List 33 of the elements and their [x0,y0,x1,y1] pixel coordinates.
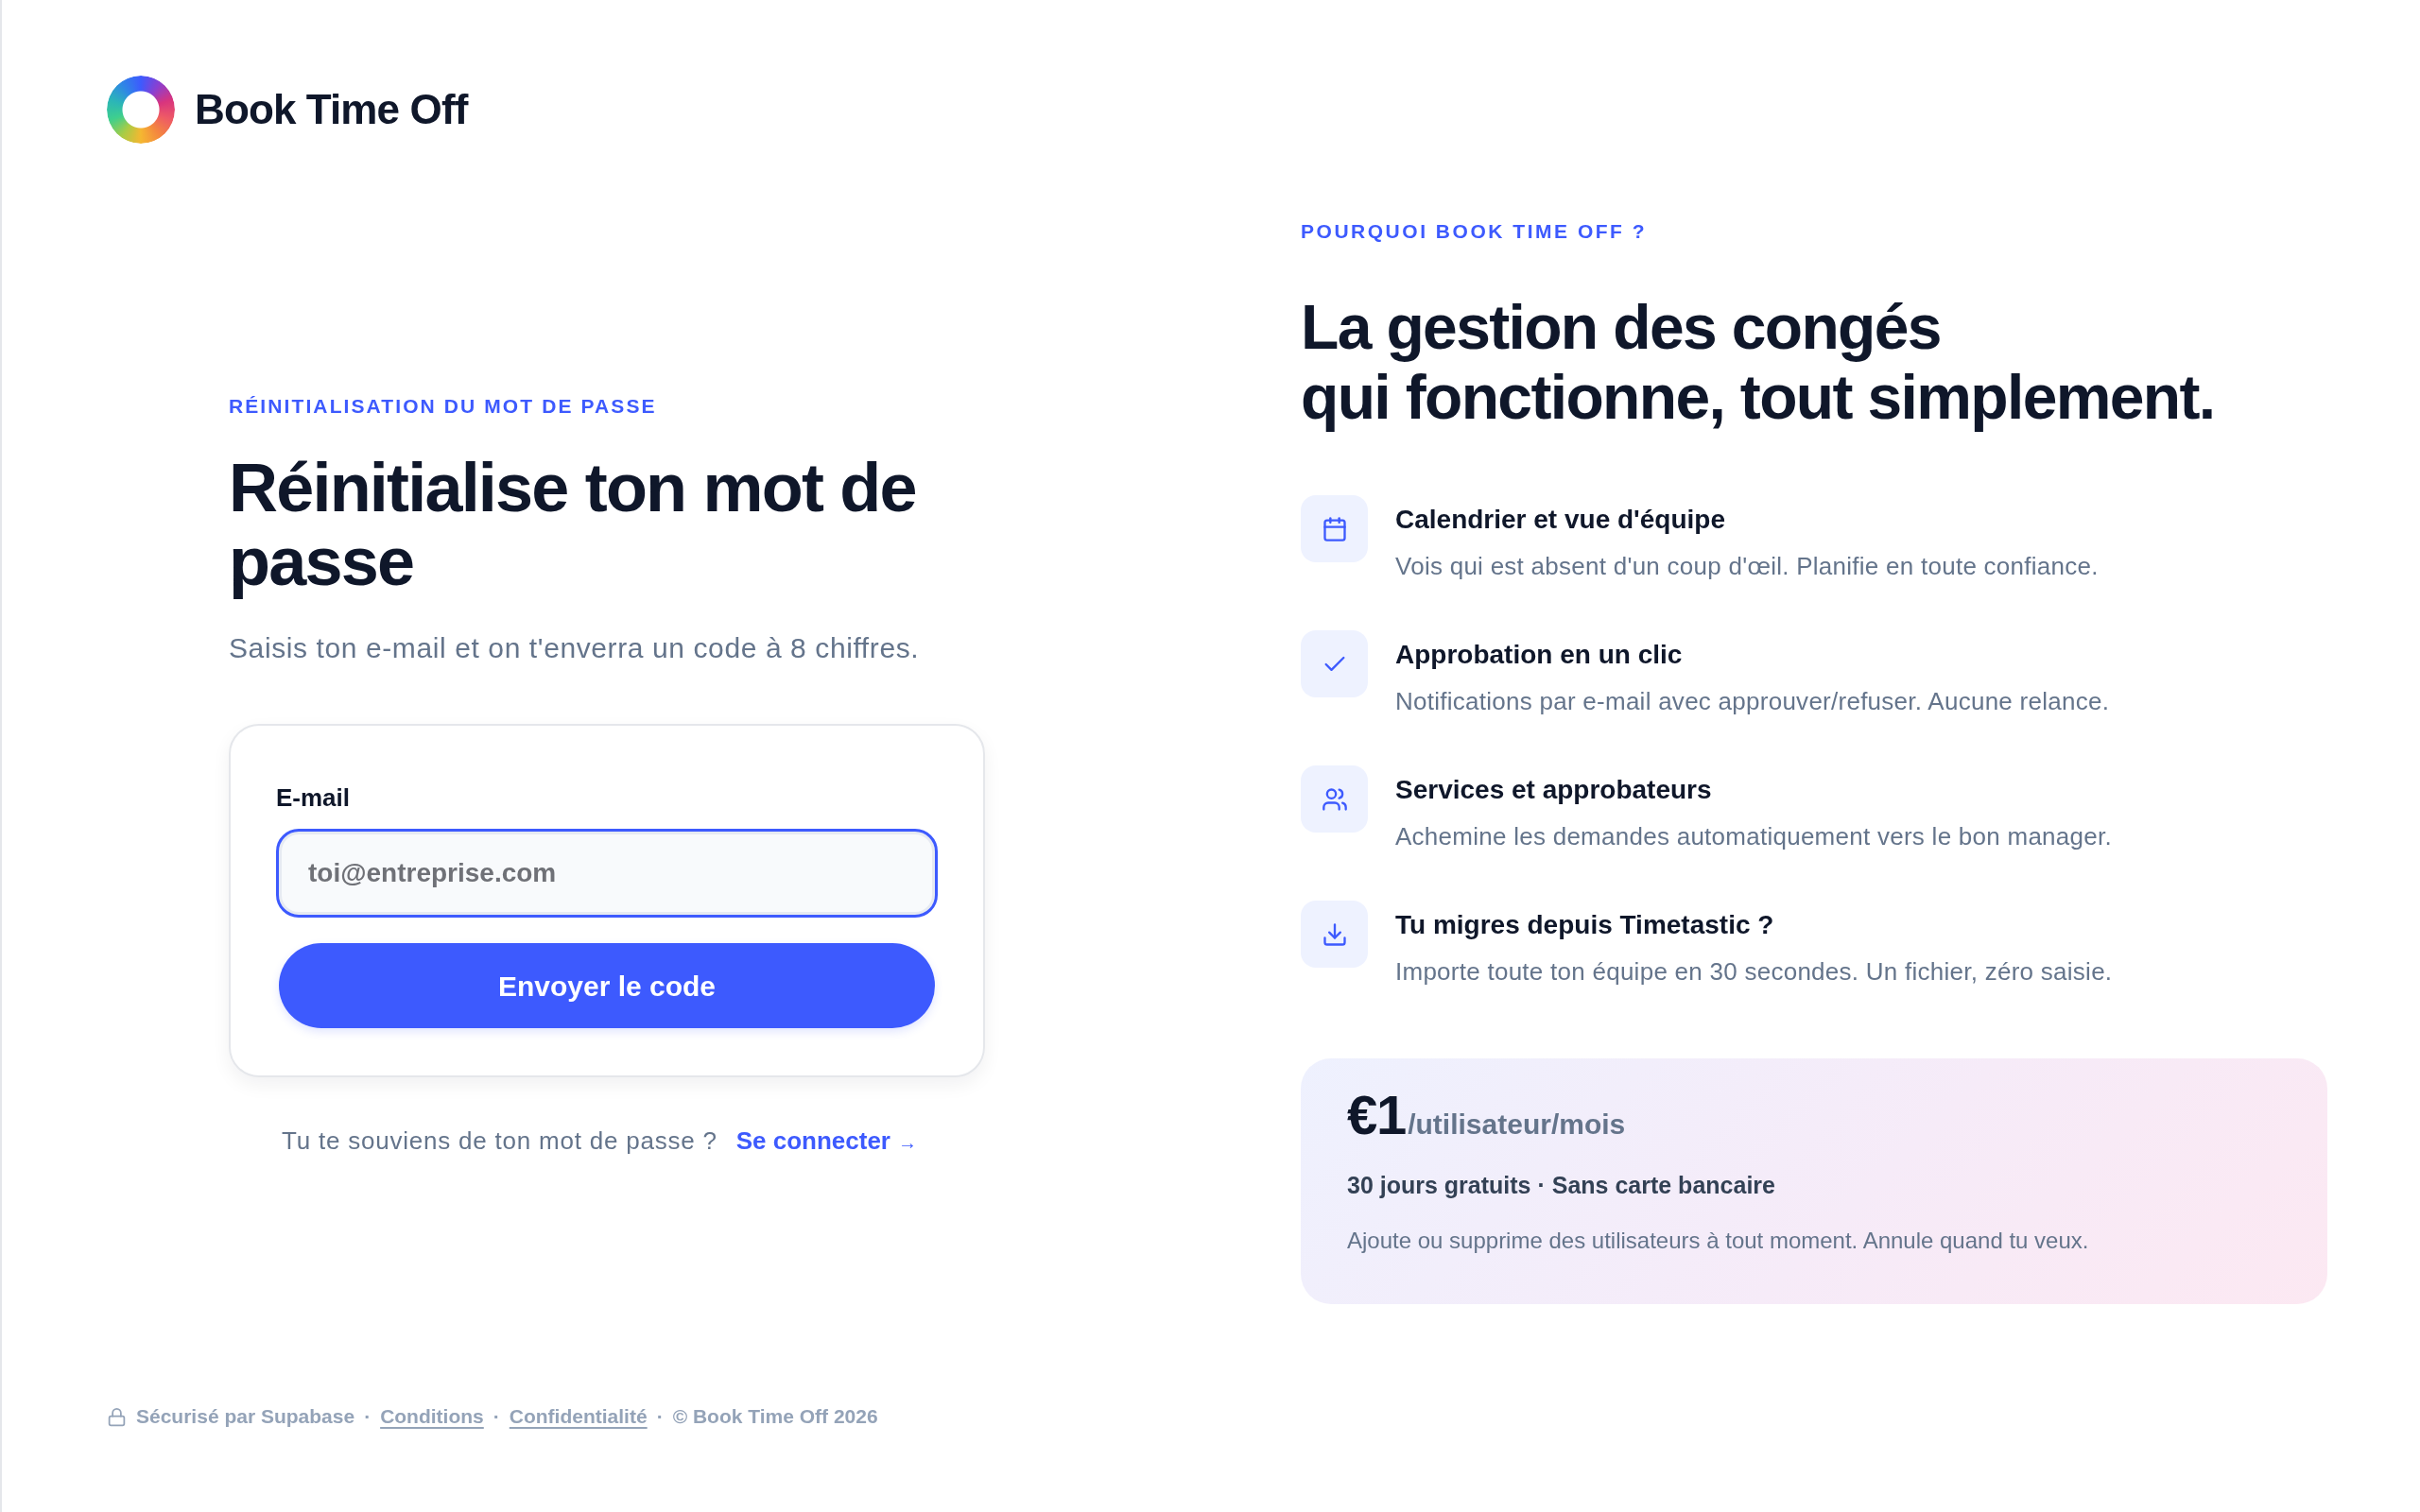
security-note: Sécurisé par Supabase [136,1404,355,1429]
copyright-text: © Book Time Off 2026 [672,1404,878,1429]
trial-highlight: 30 jours gratuits · Sans carte bancaire [1347,1171,1775,1200]
separator-dot: · [364,1404,372,1429]
people-icon [1301,765,1368,833]
feature-title: Services et approbateurs [1395,774,1712,806]
checkmark-icon [1301,630,1368,697]
signin-prompt: Tu te souviens de ton mot de passe ? [282,1125,717,1157]
send-code-button[interactable]: Envoyer le code [279,943,935,1028]
page-subtitle: Saisis ton e-mail et on t'enverra un code à 8 chiffres. [229,631,921,665]
brand-name: Book Time Off [195,85,468,134]
marketing-heading: La gestion des congés qui fonctionne, tout simplement. [1301,292,2216,432]
sign-in-link[interactable]: Se connecter → [735,1125,917,1159]
feature-description: Vois qui est absent d'un coup d'œil. Planifie en toute confiance. [1395,551,2099,582]
price-amount: €1 [1347,1085,1407,1145]
feature-description: Notifications par e-mail avec approuver/refuser. Aucune relance. [1395,686,2110,717]
feature-title: Calendrier et vue d'équipe [1395,504,1725,536]
calendar-icon [1301,495,1368,562]
download-icon [1301,901,1368,968]
price-unit: /utilisateur/mois [1408,1108,1626,1142]
pricing-note: Ajoute ou supprime des utilisateurs à tout moment. Annule quand tu veux. [1347,1227,2089,1255]
email-input[interactable]: toi@entreprise.com [276,829,938,918]
separator-dot: · [656,1404,664,1429]
feature-description: Achemine les demandes automatiquement vers le bon manager. [1395,821,2112,852]
section-eyebrow: POURQUOI BOOK TIME OFF ? [1301,219,1649,244]
feature-title: Tu migres depuis Timetastic ? [1395,909,1774,941]
lock-icon [107,1406,127,1427]
section-eyebrow: RÉINITIALISATION DU MOT DE PASSE [229,394,658,419]
separator-dot: · [493,1404,500,1429]
page-heading: Réinitialise ton mot de passe [229,451,917,598]
email-label: E-mail [276,782,351,813]
feature-description: Importe toute ton équipe en 30 secondes. Un fichier, zéro saisie. [1395,956,2113,988]
feature-title: Approbation en un clic [1395,639,1683,671]
